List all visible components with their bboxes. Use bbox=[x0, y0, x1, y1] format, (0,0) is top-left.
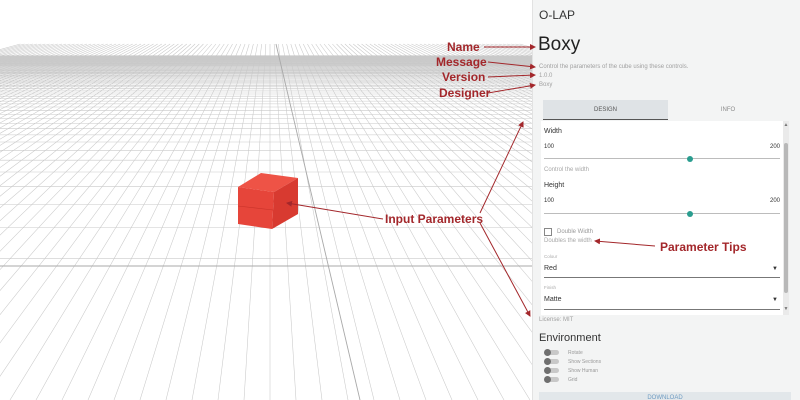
toggle-knob bbox=[544, 349, 551, 356]
tab-info[interactable]: INFO bbox=[668, 100, 788, 120]
download-button[interactable]: DOWNLOAD bbox=[539, 392, 791, 400]
annotation-parameter-tips: Parameter Tips bbox=[660, 240, 747, 254]
scroll-down-arrow-icon[interactable]: ▼ bbox=[783, 306, 789, 312]
toggle-rotate-label: Rotate bbox=[568, 350, 583, 356]
width-slider[interactable] bbox=[544, 155, 780, 162]
parameters-scrollbar[interactable]: ▲ ▼ bbox=[783, 121, 789, 315]
caret-down-icon[interactable]: ▼ bbox=[772, 297, 778, 303]
toggle-show-human[interactable] bbox=[544, 367, 559, 374]
width-tip: Control the width bbox=[544, 167, 590, 173]
width-min: 100 bbox=[544, 144, 555, 150]
double-width-tip: Doubles the width bbox=[544, 238, 592, 244]
app-name: O-LAP bbox=[539, 8, 576, 22]
toggle-grid[interactable] bbox=[544, 376, 559, 383]
control-panel: O-LAP Boxy Control the parameters of the… bbox=[532, 0, 800, 400]
annotation-version: Version bbox=[442, 70, 486, 84]
width-slider-handle[interactable] bbox=[687, 155, 694, 162]
model-name: Boxy bbox=[538, 34, 581, 55]
height-slider-handle[interactable] bbox=[687, 210, 694, 217]
toggle-knob bbox=[544, 376, 551, 383]
annotation-designer: Designer bbox=[439, 86, 491, 100]
annotation-message: Message bbox=[436, 55, 487, 69]
toggle-knob bbox=[544, 358, 551, 365]
double-width-label: Double Width bbox=[557, 229, 594, 235]
height-slider[interactable] bbox=[544, 210, 780, 217]
cube[interactable] bbox=[237, 173, 298, 229]
finish-select[interactable] bbox=[544, 309, 780, 310]
toggle-rotate[interactable] bbox=[544, 349, 559, 356]
license-text: License: MIT bbox=[539, 317, 574, 323]
toggle-show-human-label: Show Human bbox=[568, 368, 599, 374]
toggle-show-sections-label: Show Sections bbox=[568, 359, 602, 365]
finish-caption: Finish bbox=[544, 285, 557, 290]
toggle-knob bbox=[544, 367, 551, 374]
model-message: Control the parameters of the cube using… bbox=[539, 64, 689, 70]
double-width-checkbox[interactable] bbox=[544, 228, 552, 236]
caret-down-icon[interactable]: ▼ bbox=[772, 266, 778, 272]
width-label: Width bbox=[544, 128, 562, 135]
scroll-up-arrow-icon[interactable]: ▲ bbox=[783, 122, 789, 128]
colour-select[interactable] bbox=[544, 277, 780, 278]
colour-select-value[interactable]: Red bbox=[544, 265, 557, 272]
toggle-show-sections[interactable] bbox=[544, 358, 559, 365]
width-max: 200 bbox=[770, 144, 781, 150]
annotation-name: Name bbox=[447, 40, 480, 54]
annotation-input-parameters: Input Parameters bbox=[385, 212, 484, 226]
tab-bar: DESIGN INFO bbox=[543, 100, 788, 120]
scrollbar-thumb[interactable] bbox=[784, 143, 788, 293]
finish-select-value[interactable]: Matte bbox=[544, 296, 562, 303]
model-version: 1.0.0 bbox=[539, 73, 553, 79]
model-designer: Boxy bbox=[539, 82, 553, 88]
colour-caption: Colour bbox=[544, 254, 558, 259]
height-label: Height bbox=[544, 182, 565, 189]
height-min: 100 bbox=[544, 198, 555, 204]
height-max: 200 bbox=[770, 198, 781, 204]
environment-title: Environment bbox=[539, 332, 601, 344]
parameters-list: Width 100 200 Control the width Height 1… bbox=[541, 121, 783, 315]
tab-design[interactable]: DESIGN bbox=[543, 100, 668, 120]
toggle-grid-label: Grid bbox=[568, 377, 578, 383]
